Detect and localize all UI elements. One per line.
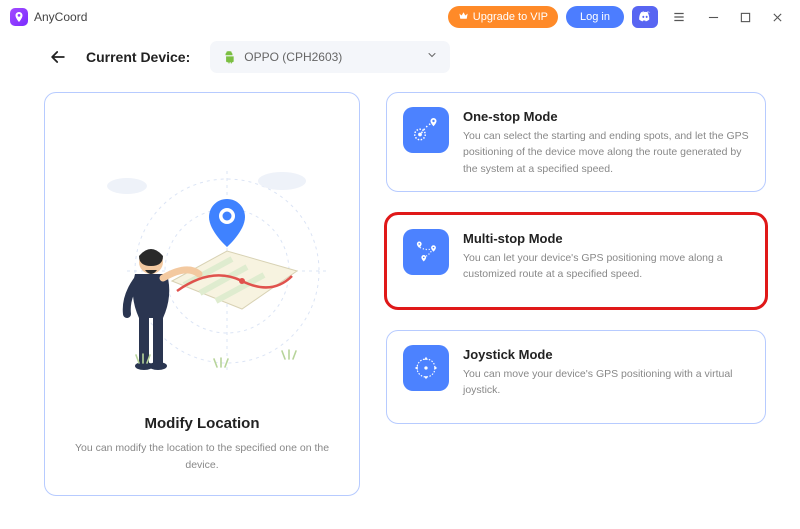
discord-icon	[637, 9, 653, 25]
crown-icon	[458, 10, 469, 24]
modify-location-desc: You can modify the location to the speci…	[63, 440, 341, 473]
modify-location-title: Modify Location	[145, 415, 260, 432]
one-stop-mode-title: One-stop Mode	[463, 109, 749, 124]
login-label: Log in	[580, 11, 610, 23]
window-maximize-button[interactable]	[734, 6, 756, 28]
mode-list: One-stop Mode You can select the startin…	[386, 92, 766, 496]
joystick-mode-desc: You can move your device's GPS positioni…	[463, 366, 749, 399]
window-close-button[interactable]	[766, 6, 788, 28]
android-icon	[222, 50, 236, 64]
hamburger-icon	[672, 10, 686, 24]
login-button[interactable]: Log in	[566, 6, 624, 28]
multi-stop-mode-desc: You can let your device's GPS positionin…	[463, 250, 749, 283]
chevron-down-icon	[426, 48, 438, 66]
window-minimize-button[interactable]	[702, 6, 724, 28]
upgrade-vip-label: Upgrade to VIP	[473, 11, 548, 23]
one-stop-mode-icon	[403, 107, 449, 153]
upgrade-vip-button[interactable]: Upgrade to VIP	[448, 6, 558, 28]
menu-button[interactable]	[666, 4, 692, 30]
multi-stop-mode-card[interactable]: Multi-stop Mode You can let your device'…	[386, 214, 766, 308]
titlebar: AnyCoord Upgrade to VIP Log in	[0, 0, 800, 34]
close-icon	[772, 12, 783, 23]
one-stop-mode-card[interactable]: One-stop Mode You can select the startin…	[386, 92, 766, 192]
back-button[interactable]	[44, 43, 72, 71]
modify-location-card[interactable]: Modify Location You can modify the locat…	[44, 92, 360, 496]
joystick-mode-card[interactable]: Joystick Mode You can move your device's…	[386, 330, 766, 424]
joystick-mode-title: Joystick Mode	[463, 347, 749, 362]
maximize-icon	[740, 12, 751, 23]
joystick-mode-icon	[403, 345, 449, 391]
device-select[interactable]: OPPO (CPH2603)	[210, 41, 450, 73]
app-title: AnyCoord	[34, 10, 87, 24]
app-logo-icon	[10, 8, 28, 26]
device-selected-text: OPPO (CPH2603)	[244, 50, 342, 64]
main-content: Modify Location You can modify the locat…	[0, 80, 800, 520]
multi-stop-mode-icon	[403, 229, 449, 275]
current-device-label: Current Device:	[86, 49, 190, 65]
minimize-icon	[708, 12, 719, 23]
modify-location-illustration	[63, 111, 341, 411]
multi-stop-mode-title: Multi-stop Mode	[463, 231, 749, 246]
arrow-left-icon	[48, 47, 68, 67]
discord-button[interactable]	[632, 6, 658, 28]
one-stop-mode-desc: You can select the starting and ending s…	[463, 128, 749, 177]
device-row: Current Device: OPPO (CPH2603)	[0, 34, 800, 80]
